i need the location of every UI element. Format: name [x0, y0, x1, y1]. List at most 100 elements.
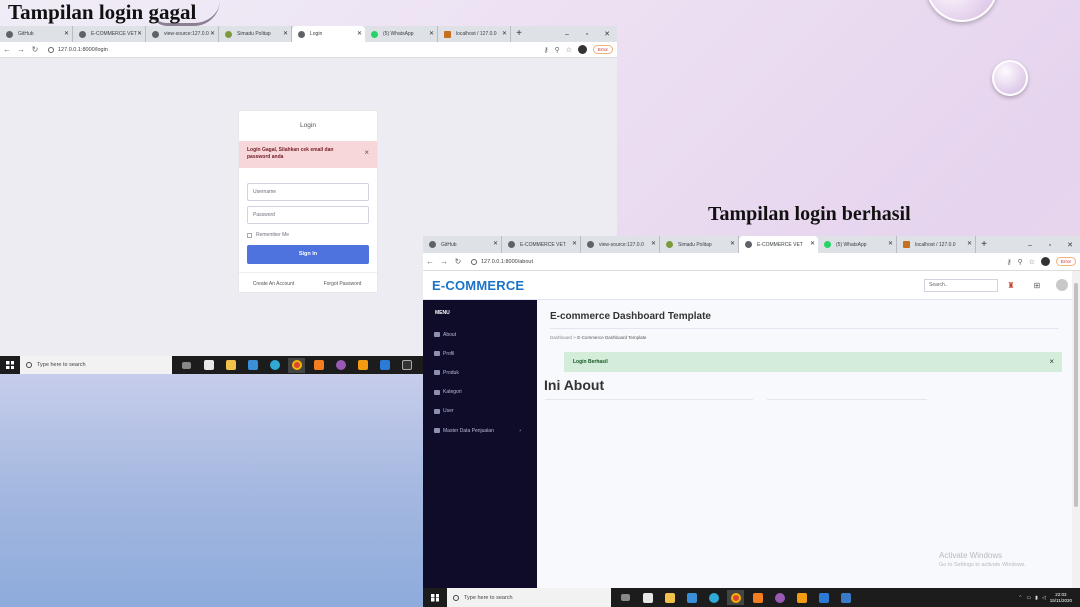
- taskbar-search[interactable]: Type here to search: [447, 588, 611, 607]
- breadcrumb-root[interactable]: Dashboard: [550, 335, 572, 340]
- back-icon[interactable]: ←: [423, 257, 437, 266]
- network-icon[interactable]: ▭: [1026, 595, 1031, 601]
- close-icon[interactable]: ✕: [502, 30, 507, 37]
- clock[interactable]: 22:03 15/11/2020: [1050, 592, 1072, 604]
- close-icon[interactable]: ✕: [888, 240, 893, 247]
- error-pill[interactable]: Error: [1056, 257, 1076, 266]
- close-icon[interactable]: ✕: [64, 30, 69, 37]
- forgot-password-link[interactable]: Forgot Password: [308, 273, 377, 291]
- sidebar-item-master-data[interactable]: Master Data Penjualan ›: [434, 421, 537, 440]
- sublime-icon[interactable]: [793, 590, 810, 605]
- sidebar-item-profil[interactable]: Profil: [434, 344, 537, 363]
- close-icon[interactable]: ✕: [810, 240, 815, 247]
- new-tab-button[interactable]: +: [976, 237, 992, 253]
- start-button[interactable]: [423, 589, 447, 607]
- bell-icon[interactable]: ♜: [998, 281, 1024, 290]
- battery-icon[interactable]: ▮: [1035, 595, 1038, 601]
- close-window-icon[interactable]: ✕: [597, 30, 617, 38]
- checkbox-icon[interactable]: [247, 232, 252, 238]
- mail-icon[interactable]: [683, 590, 700, 605]
- brand-logo[interactable]: E-COMMERCE: [432, 278, 524, 293]
- app-icon[interactable]: [771, 590, 788, 605]
- photos-icon[interactable]: [837, 590, 854, 605]
- url-field[interactable]: 127.0.0.1:8000/login: [48, 46, 543, 53]
- close-icon[interactable]: ✕: [651, 240, 656, 247]
- taskbar-search[interactable]: Type here to search: [20, 356, 172, 374]
- terminal-icon[interactable]: [398, 358, 415, 373]
- start-button[interactable]: [0, 356, 20, 374]
- mail-icon[interactable]: [244, 358, 261, 373]
- url-field[interactable]: 127.0.0.1:8000/about: [471, 258, 1006, 265]
- key-icon[interactable]: ⚷: [543, 46, 548, 54]
- edge-icon[interactable]: [705, 590, 722, 605]
- username-field[interactable]: Username: [247, 183, 369, 201]
- task-view-icon[interactable]: [617, 590, 634, 605]
- close-icon[interactable]: ✕: [137, 30, 142, 37]
- minimize-icon[interactable]: –: [1020, 242, 1040, 249]
- file-explorer-icon[interactable]: [222, 358, 239, 373]
- new-tab-button[interactable]: +: [511, 26, 527, 42]
- store-icon[interactable]: [200, 358, 217, 373]
- tab-simadu[interactable]: Simadu Politap ✕: [219, 26, 292, 42]
- close-icon[interactable]: ✕: [429, 30, 434, 37]
- maximize-icon[interactable]: ▫: [1040, 242, 1060, 249]
- tab-whatsapp[interactable]: (5) WhatsApp ✕: [818, 236, 897, 253]
- close-icon[interactable]: ✕: [572, 240, 577, 247]
- tab-ecommerce[interactable]: E-COMMERCE VET ✕: [73, 26, 146, 42]
- sign-in-button[interactable]: Sign In: [247, 245, 369, 264]
- tab-github[interactable]: GitHub ✕: [423, 236, 502, 253]
- tab-ecommerce-active[interactable]: E-COMMERCE VET ✕: [739, 236, 818, 253]
- star-icon[interactable]: ☆: [566, 46, 572, 54]
- close-icon[interactable]: ×: [364, 149, 369, 157]
- key-icon[interactable]: ⚷: [1006, 258, 1011, 266]
- vscode-icon[interactable]: [815, 590, 832, 605]
- tab-github[interactable]: GitHub ✕: [0, 26, 73, 42]
- tab-view-source[interactable]: view-source:127.0.0 ✕: [146, 26, 219, 42]
- sublime-icon[interactable]: [354, 358, 371, 373]
- create-account-link[interactable]: Create An Account: [239, 273, 308, 291]
- scrollbar[interactable]: [1072, 271, 1080, 588]
- edge-icon[interactable]: [266, 358, 283, 373]
- apps-grid-icon[interactable]: ⊞: [1024, 281, 1050, 290]
- reload-icon[interactable]: ↻: [451, 257, 465, 266]
- sidebar-item-about[interactable]: About: [434, 325, 537, 344]
- password-field[interactable]: Password: [247, 206, 369, 224]
- close-icon[interactable]: ✕: [730, 240, 735, 247]
- scrollbar-thumb[interactable]: [1074, 283, 1078, 507]
- close-icon[interactable]: ✕: [357, 30, 362, 37]
- back-icon[interactable]: ←: [0, 45, 14, 54]
- task-view-icon[interactable]: [178, 358, 195, 373]
- volume-icon[interactable]: ◁: [1042, 595, 1046, 601]
- reload-icon[interactable]: ↻: [28, 45, 42, 54]
- tab-whatsapp[interactable]: (5) WhatsApp ✕: [365, 26, 438, 42]
- star-icon[interactable]: ☆: [1029, 258, 1035, 266]
- forward-icon[interactable]: →: [14, 45, 28, 54]
- sidebar-item-produk[interactable]: Produk: [434, 363, 537, 382]
- vscode-icon[interactable]: [376, 358, 393, 373]
- file-explorer-icon[interactable]: [661, 590, 678, 605]
- app-icon[interactable]: [332, 358, 349, 373]
- xampp-icon[interactable]: [749, 590, 766, 605]
- profile-avatar[interactable]: [1041, 257, 1050, 266]
- xampp-icon[interactable]: [310, 358, 327, 373]
- tab-localhost[interactable]: localhost / 127.0.0 ✕: [897, 236, 976, 253]
- tab-ecommerce[interactable]: E-COMMERCE VET ✕: [502, 236, 581, 253]
- close-window-icon[interactable]: ✕: [1060, 241, 1080, 249]
- close-icon[interactable]: ×: [1049, 352, 1054, 372]
- store-icon[interactable]: [639, 590, 656, 605]
- zoom-icon[interactable]: ⚲: [1018, 258, 1023, 266]
- close-icon[interactable]: ✕: [493, 240, 498, 247]
- search-input[interactable]: Search..: [924, 278, 998, 292]
- tab-localhost[interactable]: localhost / 127.0.0 ✕: [438, 26, 511, 42]
- close-icon[interactable]: ✕: [210, 30, 215, 37]
- forward-icon[interactable]: →: [437, 257, 451, 266]
- close-icon[interactable]: ✕: [967, 240, 972, 247]
- chrome-icon[interactable]: [727, 590, 744, 605]
- tab-simadu[interactable]: Simadu Politap ✕: [660, 236, 739, 253]
- sidebar-item-user[interactable]: User: [434, 402, 537, 421]
- profile-avatar[interactable]: [578, 45, 587, 54]
- remember-me[interactable]: Remember Me: [247, 232, 369, 238]
- maximize-icon[interactable]: ▫: [577, 31, 597, 38]
- error-pill[interactable]: Error: [593, 45, 613, 54]
- chevron-up-icon[interactable]: ⌃: [1018, 595, 1022, 601]
